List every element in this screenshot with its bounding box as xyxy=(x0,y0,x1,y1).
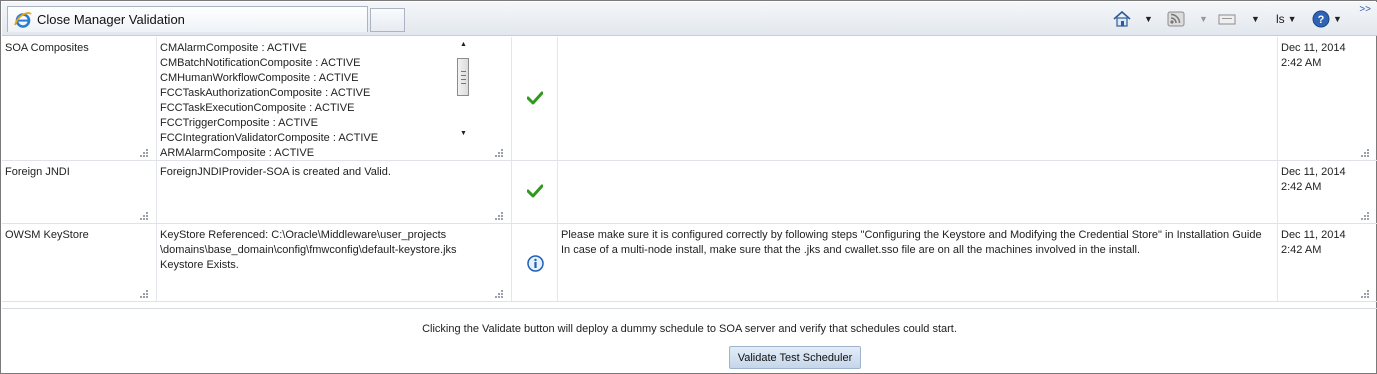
page-menu-button[interactable]: ls ▼ xyxy=(1276,10,1297,28)
home-icon xyxy=(1112,10,1132,28)
detail-line: Keystore Exists. xyxy=(160,259,239,271)
chevron-down-icon: ▼ xyxy=(1287,14,1297,24)
detail-cell: KeyStore Referenced: C:\Oracle\Middlewar… xyxy=(157,224,512,301)
date-text: Dec 11, 2014 xyxy=(1281,42,1346,54)
detail-line: ARMAlarmComposite : ACTIVE xyxy=(160,147,315,159)
detail-line: FCCTaskExecutionComposite : ACTIVE xyxy=(160,102,355,114)
detail-line: CMHumanWorkflowComposite : ACTIVE xyxy=(160,72,359,84)
detail-line: KeyStore Referenced: C:\Oracle\Middlewar… xyxy=(160,229,447,241)
resize-grip-icon xyxy=(1361,290,1371,298)
detail-list: ForeignJNDIProvider-SOA is created and V… xyxy=(160,165,391,180)
chevron-down-icon: ▼ xyxy=(1333,14,1342,24)
chevron-down-icon: ▼ xyxy=(1144,14,1153,24)
detail-line: CMAlarmComposite : ACTIVE xyxy=(160,42,307,54)
resize-grip-icon xyxy=(1361,212,1371,220)
home-dropdown[interactable]: ▼ xyxy=(1144,10,1153,28)
validate-test-scheduler-button[interactable]: Validate Test Scheduler xyxy=(729,346,861,369)
success-check-icon xyxy=(526,91,544,108)
resize-grip-icon xyxy=(495,212,505,220)
component-name: Foreign JNDI xyxy=(5,166,70,178)
resize-grip-icon xyxy=(140,149,150,157)
feeds-dropdown[interactable]: ▼ xyxy=(1199,10,1208,28)
resize-grip-icon xyxy=(140,290,150,298)
scroll-down-arrow-icon[interactable]: ▼ xyxy=(460,130,467,137)
table-row: SOA Composites CMAlarmComposite : ACTIVE… xyxy=(2,37,1377,161)
action-cell xyxy=(558,37,1278,160)
status-cell xyxy=(512,37,558,160)
status-cell xyxy=(512,161,558,223)
ie-icon xyxy=(14,11,32,29)
help-button[interactable]: ? ▼ xyxy=(1312,10,1342,28)
detail-line: FCCTriggerComposite : ACTIVE xyxy=(160,117,318,129)
info-icon xyxy=(527,255,544,275)
date-text: Dec 11, 2014 xyxy=(1281,229,1346,241)
detail-line: CMBatchNotificationComposite : ACTIVE xyxy=(160,57,361,69)
detail-cell: ForeignJNDIProvider-SOA is created and V… xyxy=(157,161,512,223)
help-icon: ? xyxy=(1312,10,1330,28)
app-frame: Close Manager Validation ▼ ▼ ▼ ls ▼ ? ▼ … xyxy=(0,0,1377,374)
detail-list[interactable]: CMAlarmComposite : ACTIVE CMBatchNotific… xyxy=(160,41,378,161)
success-check-icon xyxy=(526,184,544,201)
action-cell: Please make sure it is configured correc… xyxy=(558,224,1278,301)
action-cell xyxy=(558,161,1278,223)
action-line: In case of a multi-node install, make su… xyxy=(561,244,1141,256)
detail-line: FCCIntegrationValidatorComposite : ACTIV… xyxy=(160,132,379,144)
chevron-down-icon: ▼ xyxy=(1251,14,1260,24)
timestamp: Dec 11, 2014 2:42 AM xyxy=(1281,165,1346,195)
action-line: Please make sure it is configured correc… xyxy=(561,229,1262,241)
resize-grip-icon xyxy=(1361,149,1371,157)
action-text: Please make sure it is configured correc… xyxy=(561,228,1262,258)
print-icon xyxy=(1217,11,1237,27)
print-button[interactable] xyxy=(1217,10,1237,28)
component-name: OWSM KeyStore xyxy=(5,229,89,241)
detail-scrollbar[interactable]: ▲ ▼ xyxy=(457,40,469,140)
table-row: Foreign JNDI ForeignJNDIProvider-SOA is … xyxy=(2,161,1377,224)
chevron-down-icon: ▼ xyxy=(1199,14,1208,24)
rss-feed-icon xyxy=(1167,11,1185,27)
detail-list: KeyStore Referenced: C:\Oracle\Middlewar… xyxy=(160,228,457,273)
scroll-up-arrow-icon[interactable]: ▲ xyxy=(460,41,467,48)
home-button[interactable] xyxy=(1112,10,1132,28)
toolbar-overflow-chevron[interactable]: >> xyxy=(1359,4,1371,15)
timestamp: Dec 11, 2014 2:42 AM xyxy=(1281,228,1346,258)
scroll-thumb[interactable] xyxy=(457,58,469,96)
tab-title: Close Manager Validation xyxy=(37,12,185,27)
detail-line: ForeignJNDIProvider-SOA is created and V… xyxy=(160,166,391,178)
date-cell: Dec 11, 2014 2:42 AM xyxy=(1278,224,1377,301)
browser-tab-bar: Close Manager Validation ▼ ▼ ▼ ls ▼ ? ▼ … xyxy=(2,2,1377,36)
detail-line: \domains\base_domain\config\fmwconfig\de… xyxy=(160,244,457,256)
date-text: Dec 11, 2014 xyxy=(1281,166,1346,178)
time-text: 2:42 AM xyxy=(1281,57,1322,69)
component-name: SOA Composites xyxy=(5,42,89,54)
name-cell: OWSM KeyStore xyxy=(2,224,157,301)
time-text: 2:42 AM xyxy=(1281,181,1322,193)
svg-text:?: ? xyxy=(1318,14,1325,26)
date-cell: Dec 11, 2014 2:42 AM xyxy=(1278,37,1377,160)
time-text: 2:42 AM xyxy=(1281,244,1322,256)
validation-footer: Clicking the Validate button will deploy… xyxy=(2,308,1377,374)
tab-close-manager-validation[interactable]: Close Manager Validation xyxy=(7,6,368,32)
timestamp: Dec 11, 2014 2:42 AM xyxy=(1281,41,1346,71)
table-row: OWSM KeyStore KeyStore Referenced: C:\Or… xyxy=(2,224,1377,302)
page-menu-label: ls xyxy=(1276,12,1285,26)
name-cell: Foreign JNDI xyxy=(2,161,157,223)
resize-grip-icon xyxy=(495,290,505,298)
new-tab-button[interactable] xyxy=(370,8,405,32)
print-dropdown[interactable]: ▼ xyxy=(1251,10,1260,28)
detail-line: FCCTaskAuthorizationComposite : ACTIVE xyxy=(160,87,371,99)
feeds-button[interactable] xyxy=(1167,10,1185,28)
name-cell: SOA Composites xyxy=(2,37,157,160)
resize-grip-icon xyxy=(140,212,150,220)
footer-message: Clicking the Validate button will deploy… xyxy=(422,323,957,335)
resize-grip-icon xyxy=(495,149,505,157)
detail-cell: CMAlarmComposite : ACTIVE CMBatchNotific… xyxy=(157,37,512,160)
date-cell: Dec 11, 2014 2:42 AM xyxy=(1278,161,1377,223)
status-cell xyxy=(512,224,558,301)
